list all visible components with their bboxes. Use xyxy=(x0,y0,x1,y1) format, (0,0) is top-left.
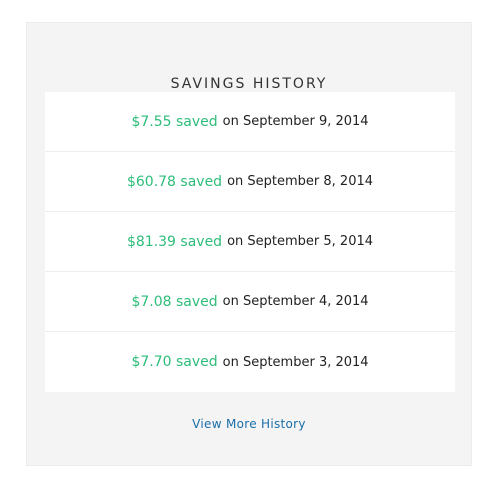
saved-date: on September 3, 2014 xyxy=(222,354,369,370)
saved-amount: $7.70 saved xyxy=(131,354,218,370)
saved-date: on September 4, 2014 xyxy=(222,294,369,309)
saved-date: on September 8, 2014 xyxy=(227,174,374,189)
list-item: $7.70 saved on September 3, 2014 xyxy=(45,332,455,392)
saved-amount: $81.39 saved xyxy=(126,233,223,250)
list-item: $7.55 saved on September 9, 2014 xyxy=(45,92,455,152)
list-item: $81.39 saved on September 5, 2014 xyxy=(45,212,455,272)
saved-amount: $7.55 saved xyxy=(131,113,218,130)
saved-amount: $60.78 saved xyxy=(126,173,223,190)
saved-date: on September 9, 2014 xyxy=(222,114,369,129)
view-more-history-link[interactable]: View More History xyxy=(27,417,471,431)
saved-date: on September 5, 2014 xyxy=(227,234,374,249)
savings-history-title: SAVINGS HISTORY xyxy=(170,76,328,92)
savings-history-card: SAVINGS HISTORY $7.55 saved on September… xyxy=(26,22,472,466)
list-item: $7.08 saved on September 4, 2014 xyxy=(45,272,455,332)
list-item: $60.78 saved on September 8, 2014 xyxy=(45,152,455,212)
savings-history-list: $7.55 saved on September 9, 2014 $60.78 … xyxy=(45,92,455,392)
saved-amount: $7.08 saved xyxy=(131,293,218,310)
